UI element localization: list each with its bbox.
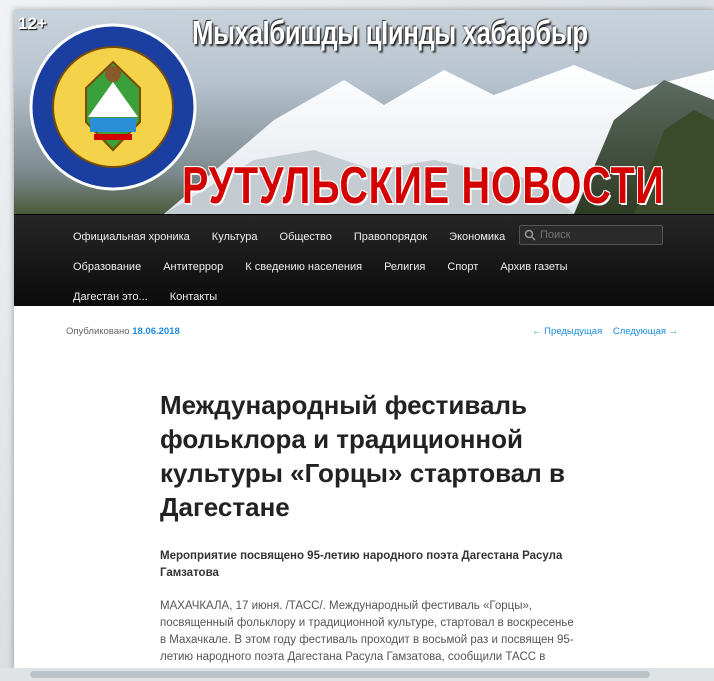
nav-item-official-chronicle[interactable]: Официальная хроника — [62, 231, 201, 243]
post-navigation: ← Предыдущая Следующая → — [524, 326, 678, 337]
nav-item-religion[interactable]: Религия — [373, 261, 436, 273]
nav-row-1: Официальная хроника Культура Общество Пр… — [62, 231, 516, 243]
nav-item-contacts[interactable]: Контакты — [159, 291, 229, 303]
next-post-link[interactable]: Следующая → — [613, 326, 678, 337]
nav-row-2: Образование Антитеррор К сведению населе… — [62, 261, 579, 273]
nav-item-culture[interactable]: Культура — [201, 231, 269, 243]
page-sheet: 12+ МыхаIбишды цIинды хабарбыр РУТУЛЬСКИ… — [14, 10, 714, 670]
search-icon — [524, 229, 536, 241]
nav-item-law-order[interactable]: Правопорядок — [343, 231, 438, 243]
site-title: РУТУЛЬСКИЕ НОВОСТИ — [182, 157, 665, 214]
nav-item-dagestan-is[interactable]: Дагестан это... — [62, 291, 159, 303]
published-label: Опубликовано — [66, 326, 130, 337]
nav-item-education[interactable]: Образование — [62, 261, 152, 273]
nav-item-society[interactable]: Общество — [269, 231, 343, 243]
article-body: МАХАЧКАЛА, 17 июня. /ТАСС/. Международны… — [160, 600, 574, 670]
age-rating-badge: 12+ — [18, 14, 47, 33]
district-emblem-icon — [29, 23, 197, 191]
nav-item-newspaper-archive[interactable]: Архив газеты — [489, 261, 578, 273]
search-box[interactable] — [519, 225, 663, 245]
nav-item-economy[interactable]: Экономика — [438, 231, 516, 243]
search-input[interactable] — [540, 229, 658, 241]
article-lead: Мероприятие посвящено 95-летию народного… — [160, 550, 563, 579]
site-banner[interactable]: 12+ МыхаIбишды цIинды хабарбыр РУТУЛЬСКИ… — [14, 10, 714, 214]
nav-item-public-notice[interactable]: К сведению населения — [234, 261, 373, 273]
previous-post-link[interactable]: ← Предыдущая — [532, 326, 602, 337]
published-date-link[interactable]: 18.06.2018 — [132, 326, 180, 337]
banner-subtitle: МыхаIбишды цIинды хабарбыр — [192, 14, 588, 51]
nav-item-sport[interactable]: Спорт — [436, 261, 489, 273]
horizontal-scrollbar[interactable] — [0, 668, 714, 681]
article-title: Международный фестиваль фольклора и трад… — [160, 390, 565, 522]
post-meta: Опубликовано 18.06.2018 — [66, 326, 180, 337]
nav-item-antiterror[interactable]: Антитеррор — [152, 261, 234, 273]
scrollbar-thumb[interactable] — [30, 671, 650, 678]
main-navigation: Официальная хроника Культура Общество Пр… — [14, 214, 714, 306]
nav-row-3: Дагестан это... Контакты — [62, 291, 228, 303]
